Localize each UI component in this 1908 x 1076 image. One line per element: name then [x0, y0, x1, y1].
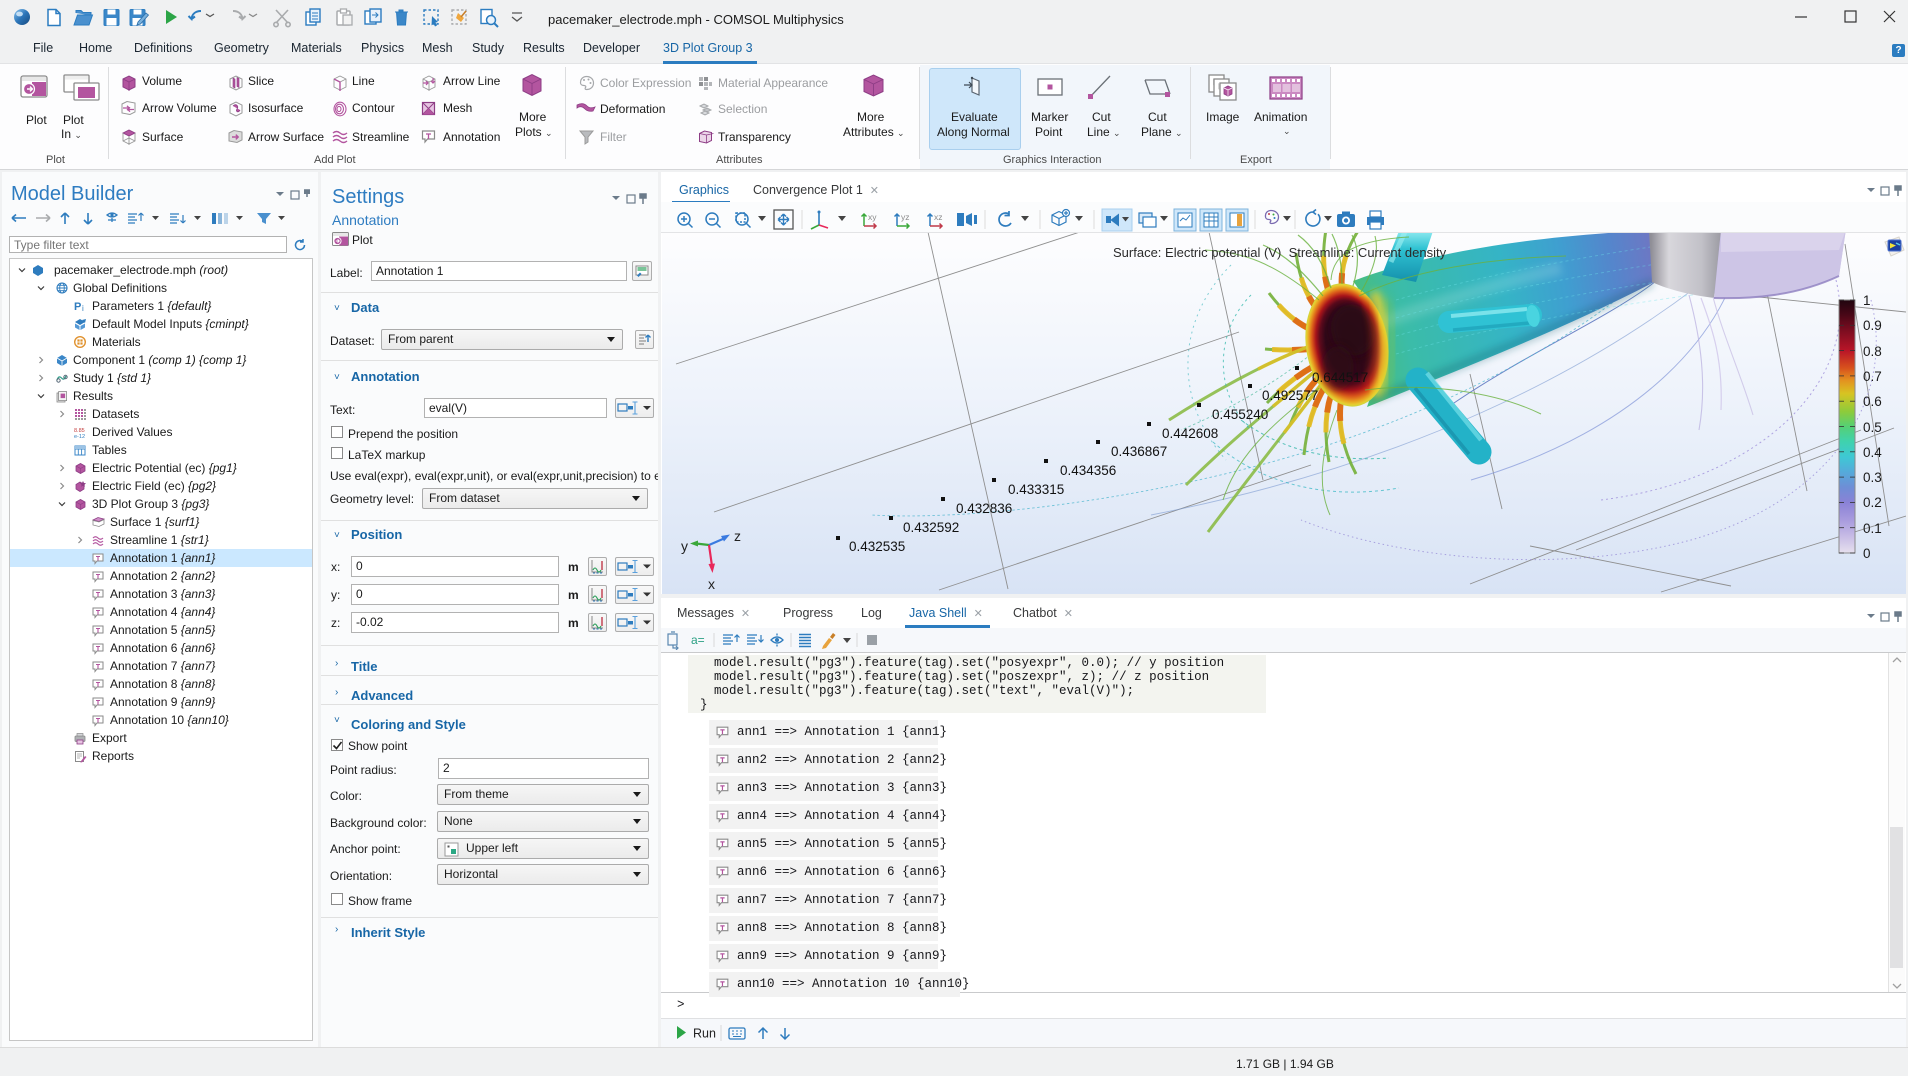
svg-text:0.5: 0.5 — [1863, 420, 1882, 435]
svg-text:0: 0 — [1863, 546, 1871, 561]
svg-text:Surface: Electric potential (V: Surface: Electric potential (V) Streamli… — [1113, 245, 1447, 260]
svg-text:0.4: 0.4 — [1863, 445, 1882, 460]
svg-text:0.434356: 0.434356 — [1060, 463, 1116, 478]
svg-text:Run: Run — [693, 1027, 716, 1041]
svg-text:0.1: 0.1 — [1863, 521, 1882, 536]
svg-text:0.436867: 0.436867 — [1111, 444, 1167, 459]
svg-text:xy: xy — [868, 212, 877, 222]
svg-text:i: i — [82, 304, 84, 313]
svg-text:0.433315: 0.433315 — [1008, 482, 1064, 497]
svg-text:0.432535: 0.432535 — [849, 539, 905, 554]
svg-text:0.7: 0.7 — [1863, 369, 1882, 384]
svg-text:x: x — [708, 576, 715, 592]
svg-text:1: 1 — [1863, 293, 1871, 308]
svg-text:0.432836: 0.432836 — [956, 501, 1012, 516]
svg-text:0.3: 0.3 — [1863, 470, 1882, 485]
svg-text:y: y — [681, 538, 688, 554]
svg-text:0.6: 0.6 — [1863, 394, 1882, 409]
svg-text:e-12: e-12 — [74, 434, 85, 439]
svg-text:0.8: 0.8 — [1863, 344, 1882, 359]
svg-text:0.432592: 0.432592 — [903, 520, 959, 535]
svg-text:0.644517: 0.644517 — [1312, 370, 1368, 385]
svg-text:P: P — [74, 301, 81, 313]
svg-text:0.455240: 0.455240 — [1212, 407, 1268, 422]
svg-text:0.442608: 0.442608 — [1162, 426, 1218, 441]
svg-text:0.492577: 0.492577 — [1262, 388, 1318, 403]
svg-text:a=: a= — [691, 633, 705, 647]
svg-text:z: z — [734, 528, 741, 544]
svg-text:0.2: 0.2 — [1863, 495, 1882, 510]
svg-text:0.9: 0.9 — [1863, 318, 1882, 333]
svg-text:xz: xz — [934, 212, 943, 222]
svg-text:yz: yz — [901, 212, 910, 222]
